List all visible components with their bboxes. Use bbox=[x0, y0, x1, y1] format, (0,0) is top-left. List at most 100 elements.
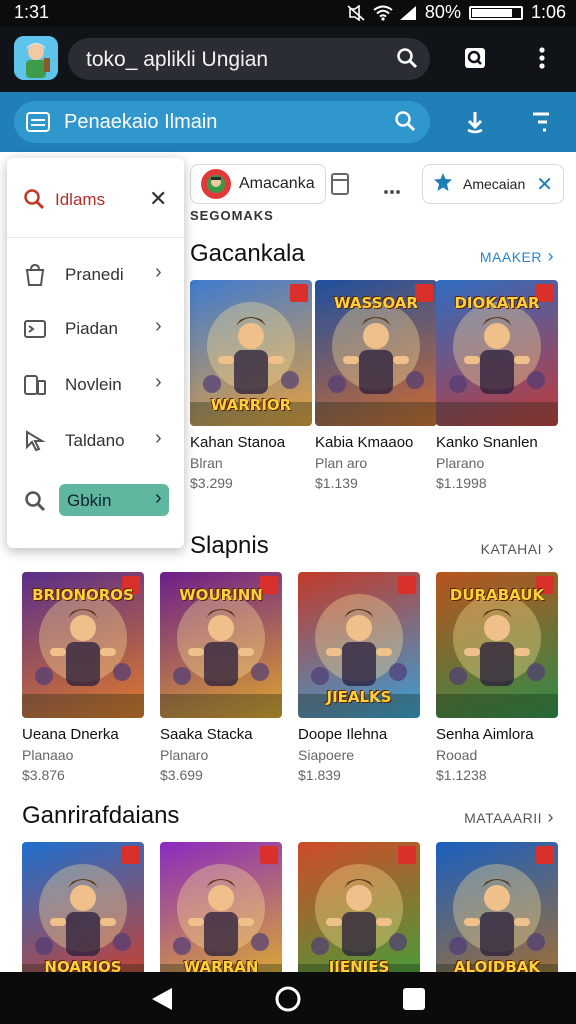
app-name: Kabia Kmaaoo bbox=[315, 434, 414, 451]
chip-label: Amecaian bbox=[463, 176, 526, 192]
dropdown-item-label: Novlein bbox=[65, 375, 122, 394]
badge-icon bbox=[260, 846, 278, 864]
badge-icon bbox=[290, 284, 308, 302]
app-card[interactable]: WOURINN Saaka Stacka Planaro $3.699 bbox=[160, 572, 282, 783]
game-art-title: WARRIOR bbox=[210, 396, 292, 414]
app-card[interactable]: DIOKATAR Kanko Snanlen Plarano $1.1998 bbox=[436, 280, 558, 491]
app-card[interactable]: WARRIOR Kahan Stanoa Blran $3.299 bbox=[190, 280, 312, 491]
app-developer: Plan aro bbox=[315, 455, 368, 471]
search-icon bbox=[23, 188, 45, 215]
cursor-icon bbox=[23, 429, 47, 453]
app-developer: Blran bbox=[190, 455, 223, 471]
app-developer: Rooad bbox=[436, 747, 478, 763]
app-price: $3.876 bbox=[22, 767, 65, 783]
app-card[interactable]: DURABAUK Senha Aimlora Rooad $1.1238 bbox=[436, 572, 558, 783]
section-more-label: MATAAARII bbox=[464, 810, 542, 826]
app-price: $1.839 bbox=[298, 767, 341, 783]
game-art-title: WARRAN bbox=[183, 958, 259, 972]
dropdown-item-label: Gbkin bbox=[67, 491, 112, 510]
chevron-right-icon: › bbox=[542, 538, 554, 558]
dropdown-title: Idlams bbox=[55, 190, 106, 209]
wifi-icon bbox=[373, 5, 393, 21]
section-more-link[interactable]: KATAHAI › bbox=[481, 538, 554, 559]
url-text: toko_ aplikli Ungian bbox=[86, 48, 269, 71]
tabs-icon[interactable] bbox=[460, 42, 490, 74]
app-thumbnail: JIENIES bbox=[298, 842, 420, 972]
close-icon[interactable]: ✕ bbox=[149, 186, 167, 212]
app-thumbnail: NOARIOS bbox=[22, 842, 144, 972]
app-developer: Planaro bbox=[160, 747, 209, 763]
app-thumbnail: JIEALKS bbox=[298, 572, 420, 718]
app-name: Kanko Snanlen bbox=[436, 434, 538, 451]
game-art-title: ALOIDBAK bbox=[453, 958, 541, 972]
dropdown-item[interactable]: Taldano › bbox=[7, 416, 184, 466]
dropdown-item-label: Pranedi bbox=[65, 265, 124, 284]
section-title: Ganrirafdaians bbox=[22, 802, 180, 829]
chevron-right-icon: › bbox=[155, 487, 162, 509]
more-horiz-icon[interactable] bbox=[383, 182, 401, 200]
app-thumbnail: BRIONOROS bbox=[22, 572, 144, 718]
filter-icon[interactable] bbox=[524, 105, 558, 139]
dropdown-menu: Idlams ✕ Pranedi › Piadan › Novlein › Taldano ›… bbox=[7, 158, 184, 548]
app-logo-icon[interactable] bbox=[14, 36, 58, 80]
app-price: $1.1238 bbox=[436, 767, 487, 783]
back-icon[interactable] bbox=[148, 985, 176, 1013]
app-card[interactable]: WARRAN bbox=[160, 842, 282, 972]
section-more-link[interactable]: MATAAARII › bbox=[464, 807, 554, 828]
system-nav-bar bbox=[0, 972, 576, 1024]
search-icon bbox=[23, 489, 47, 513]
home-icon[interactable] bbox=[274, 985, 302, 1013]
devices-icon bbox=[23, 373, 47, 397]
store-search-input[interactable]: Penaekaio Ilmain bbox=[14, 101, 430, 143]
chevron-right-icon: › bbox=[542, 807, 554, 827]
app-name: Ueana Dnerka bbox=[22, 726, 119, 743]
game-art-title: DIOKATAR bbox=[454, 294, 540, 312]
bookmark-icon[interactable] bbox=[330, 172, 350, 201]
app-card[interactable]: ALOIDBAK bbox=[436, 842, 558, 972]
dropdown-item[interactable]: Novlein › bbox=[7, 360, 184, 410]
recents-icon[interactable] bbox=[400, 985, 428, 1013]
search-icon[interactable] bbox=[396, 47, 418, 74]
badge-icon bbox=[398, 576, 416, 594]
badge-icon bbox=[398, 846, 416, 864]
section-more-label: KATAHAI bbox=[480, 541, 542, 557]
app-card[interactable]: NOARIOS bbox=[22, 842, 144, 972]
category-chip-1[interactable]: Amacanka bbox=[190, 164, 326, 204]
store-search-bar: Penaekaio Ilmain bbox=[0, 92, 576, 152]
dropdown-item[interactable]: Piadan › bbox=[7, 304, 184, 354]
menu-icon[interactable] bbox=[26, 111, 50, 138]
mute-icon bbox=[347, 3, 365, 22]
url-bar[interactable]: toko_ aplikli Ungian bbox=[68, 38, 430, 80]
status-time-right: 1:06 bbox=[530, 2, 566, 22]
app-card[interactable]: BRIONOROS Ueana Dnerka Planaao $3.876 bbox=[22, 572, 144, 783]
app-card[interactable]: JIEALKS Doope Ilehna Siapoere $1.839 bbox=[298, 572, 420, 783]
section-more-link[interactable]: MAAKER › bbox=[480, 246, 554, 267]
app-card[interactable]: WASSOAR Kabia Kmaaoo Plan aro $1.139 bbox=[315, 280, 437, 491]
app-thumbnail: WOURINN bbox=[160, 572, 282, 718]
section-title: Gacankala bbox=[190, 240, 305, 267]
dropdown-item[interactable]: Pranedi › bbox=[7, 250, 184, 300]
search-icon[interactable] bbox=[394, 110, 416, 137]
category-chip-2[interactable]: Amecaian ✕ bbox=[422, 164, 564, 204]
app-thumbnail: WARRIOR bbox=[190, 280, 312, 426]
download-icon[interactable] bbox=[458, 105, 492, 139]
app-name: Doope Ilehna bbox=[298, 726, 388, 743]
avatar bbox=[201, 169, 231, 199]
dropdown-item[interactable]: Gbkin › bbox=[7, 476, 184, 526]
screen: 1:31 80% 1:06 toko_ aplikli Ungian Penae… bbox=[0, 0, 576, 1024]
browser-toolbar: toko_ aplikli Ungian bbox=[0, 26, 576, 92]
app-price: $1.1998 bbox=[436, 475, 487, 491]
game-art-title: BRIONOROS bbox=[32, 586, 134, 604]
app-thumbnail: DIOKATAR bbox=[436, 280, 558, 426]
star-icon bbox=[433, 172, 453, 197]
dropdown-header: Idlams ✕ bbox=[7, 158, 184, 238]
chevron-right-icon: › bbox=[155, 261, 162, 283]
status-bar: 1:31 80% 1:06 bbox=[0, 0, 576, 26]
more-vert-icon[interactable] bbox=[527, 42, 557, 74]
game-art-title: JIENIES bbox=[328, 958, 390, 972]
app-thumbnail: WASSOAR bbox=[315, 280, 437, 426]
banner-strip-text: SEGOMAKS bbox=[190, 208, 274, 223]
status-time-left: 1:31 bbox=[14, 2, 50, 22]
app-card[interactable]: JIENIES bbox=[298, 842, 420, 972]
close-icon[interactable]: ✕ bbox=[536, 172, 553, 197]
